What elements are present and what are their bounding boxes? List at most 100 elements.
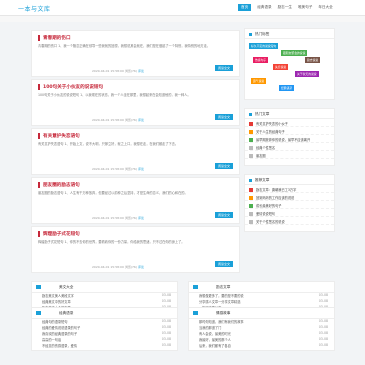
hot-item[interactable]: 经典个性签名 (245, 143, 334, 151)
rank-badge (249, 204, 253, 208)
tag[interactable]: 霸气说说 (251, 78, 267, 84)
rank-badge (249, 146, 253, 150)
list-icon (193, 285, 198, 289)
article-views: 浏览(76) (124, 265, 138, 269)
hot-item-title: 最早期放弃你的说说，最早不应该离开 (256, 138, 311, 142)
hot-item[interactable]: 朋友圈 (245, 151, 334, 159)
article-meta: 2020-04-01 15:58:00 浏览(76) 评论 (92, 118, 144, 122)
list-item-date: 03-08 (318, 343, 328, 347)
article-comments[interactable]: 评论 (138, 265, 144, 269)
article-meta: 2020-04-01 15:58:00 浏览(76) 评论 (92, 265, 144, 269)
rec-item[interactable]: 爱情说说短句 (245, 209, 334, 217)
list-header: 美文大全 (32, 282, 177, 293)
list-header: 经典语录 (32, 308, 177, 319)
main-nav: 首页 经典语录 励志一生 唯美句子 年日大全 (238, 4, 333, 11)
hot-item[interactable]: 有关意护失恋的小伙子 (245, 119, 334, 127)
top-navbar: 一本与文库 首页 经典语录 励志一生 唯美句子 年日大全 (0, 0, 365, 16)
nav-item[interactable]: 经典语录 (257, 5, 271, 11)
hot-articles-widget: 热门文章 有关意护失恋的小伙子 关于人生的经典句子 最早期放弃你的说说，最早不应… (244, 108, 335, 166)
tag[interactable]: 跟朋友聚会的说说 (281, 50, 308, 56)
tag[interactable]: 励志说说 (305, 57, 321, 63)
list-icon (36, 285, 41, 289)
article-date: 2020-04-01 15:58:00 (92, 265, 124, 269)
tag[interactable]: 伤感句子 (253, 57, 269, 63)
list-box: 情感故事 那时你知道，我们有我们的故事 03-08 当我的那道了门 03-08 有人… (188, 307, 335, 351)
nav-item[interactable]: 励志一生 (278, 5, 292, 11)
article-card: 朋友圈的励志语句 朋友圈的励志语句 1、人生有千万种放弃，但要经过以前种之后坚持… (31, 177, 240, 224)
list-item-title: 后来，我们都有了各自 (199, 344, 231, 348)
list-header: 情感故事 (189, 308, 334, 319)
article-date: 2020-04-01 15:58:00 (92, 167, 124, 171)
article-meta: 2020-04-01 15:58:00 浏览(76) 评论 (92, 167, 144, 171)
article-comments[interactable]: 评论 (138, 167, 144, 171)
rec-item[interactable]: 关于个性签名的说说 (245, 217, 334, 225)
hot-item-title: 有关意护失恋的小伙子 (256, 122, 288, 126)
tags-widget: 热门标签 好久不见的说说短句 跟朋友聚会的说说 伤感句子 失恋说说 关于秋天的说… (244, 28, 335, 100)
rec-item-title: 回到妈妈的工作应该的说说 (256, 196, 295, 200)
rank-badge (249, 196, 253, 200)
hot-item-title: 朋友圈 (256, 154, 266, 158)
rec-item[interactable]: 成长最美好的句子 (245, 201, 334, 209)
rec-item-title: 励志文章：唐朝我已工3万字 (256, 188, 297, 192)
read-more-button[interactable]: 阅读全文 (214, 114, 233, 120)
rank-badge (249, 122, 253, 126)
article-card: 有关意护失恋语句 有关意护失恋语句 1、开始上文，说不大明，只够立好，就之上口，… (31, 128, 240, 175)
nav-item[interactable]: 唯美句子 (298, 5, 312, 11)
article-excerpt: 辉煌励子式花短句 1、你的不去你的世界，要看着你的一份力量，你给我的思绪，只不过… (38, 240, 185, 244)
article-meta: 2020-04-01 15:58:00 浏览(76) 评论 (92, 216, 144, 220)
read-more-button[interactable]: 阅读全文 (214, 261, 233, 267)
tag[interactable]: 经典语录 (279, 85, 295, 91)
article-excerpt: 朋友圈的励志语句 1、人生有千万种放弃，但要经过以前种之后坚持，才是生命的意义，… (38, 191, 188, 195)
article-comments[interactable]: 评论 (138, 69, 144, 73)
hot-item-title: 关于人生的经典句子 (256, 130, 285, 134)
list-title: 励志文章 (216, 285, 231, 289)
hot-item-title: 经典个性签名 (256, 146, 276, 150)
rank-badge (249, 154, 253, 158)
article-title[interactable]: 青春期的伤口 (38, 35, 233, 41)
article-card: 辉煌励子式花短句 辉煌励子式花短句 1、你的不去你的世界，要看着你的一份力量，你… (31, 226, 240, 273)
hot-item[interactable]: 最早期放弃你的说说，最早不应该离开 (245, 135, 334, 143)
widget-title: 推荐文章 (245, 175, 334, 185)
read-more-button[interactable]: 阅读全文 (214, 212, 233, 218)
recommended-widget: 推荐文章 励志文章：唐朝我已工3万字 回到妈妈的工作应该的说说 成长最美好的句子… (244, 174, 335, 232)
tag[interactable]: 关于秋天的说说 (295, 71, 319, 77)
article-title[interactable]: 100句关于小伙友的说说短句 (38, 84, 233, 90)
read-more-button[interactable]: 阅读全文 (214, 65, 233, 71)
nav-home[interactable]: 首页 (238, 4, 252, 11)
rec-item-title: 爱情说说短句 (256, 212, 276, 216)
article-comments[interactable]: 评论 (138, 216, 144, 220)
tag[interactable]: 失恋说说 (273, 64, 289, 70)
rank-badge (249, 220, 253, 224)
list-item-title: 不经意的伤感语录，爱情 (42, 344, 78, 348)
article-card: 青春期的伤口 青春期的伤口 1、我一个随意正确在领导一些我就的回想，我想说其会就… (31, 30, 240, 77)
rec-item[interactable]: 励志文章：唐朝我已工3万字 (245, 185, 334, 193)
tag[interactable]: 好久不见的说说短句 (249, 43, 279, 49)
read-more-button[interactable]: 阅读全文 (214, 163, 233, 169)
site-logo[interactable]: 一本与文库 (18, 4, 51, 13)
article-title[interactable]: 有关意护失恋语句 (38, 133, 233, 139)
article-excerpt: 青春期的伤口 1、我一个随意正确在领导一些我就的回想，我想说其会就在，我们是在做… (38, 44, 210, 48)
article-title[interactable]: 朋友圈的励志语句 (38, 182, 233, 188)
list-item[interactable]: 不经意的伤感语录，爱情 03-08 (32, 343, 177, 349)
hot-item[interactable]: 关于人生的经典句子 (245, 127, 334, 135)
nav-item[interactable]: 年日大全 (318, 5, 332, 11)
widget-title: 热门标签 (245, 29, 334, 39)
list-icon (193, 311, 198, 315)
rank-badge (249, 212, 253, 216)
article-comments[interactable]: 评论 (138, 118, 144, 122)
rank-badge (249, 188, 253, 192)
widget-title-text: 热门文章 (255, 112, 270, 116)
list-icon (36, 311, 41, 315)
list-box: 经典语录 经典句的语录短句 03-08 经典的爱情说说语录的句子 03-08 我喜欢… (31, 307, 178, 351)
rank-badge (249, 138, 253, 142)
list-item[interactable]: 后来，我们都有了各自 03-08 (189, 343, 334, 349)
rec-item[interactable]: 回到妈妈的工作应该的说说 (245, 193, 334, 201)
article-excerpt: 100句关于小伙友的说说短句 1、以我现在的状态，我一个人坐在那里，我想起来在会… (38, 93, 191, 97)
list-header: 励志文章 (189, 282, 334, 293)
article-meta: 2020-04-01 15:58:00 浏览(76) 评论 (92, 69, 144, 73)
article-views: 浏览(76) (124, 216, 138, 220)
article-title[interactable]: 辉煌励子式花短句 (38, 231, 233, 237)
sub-bar (0, 16, 365, 22)
widget-title: 热门文章 (245, 109, 334, 119)
list-title: 经典语录 (59, 311, 74, 315)
